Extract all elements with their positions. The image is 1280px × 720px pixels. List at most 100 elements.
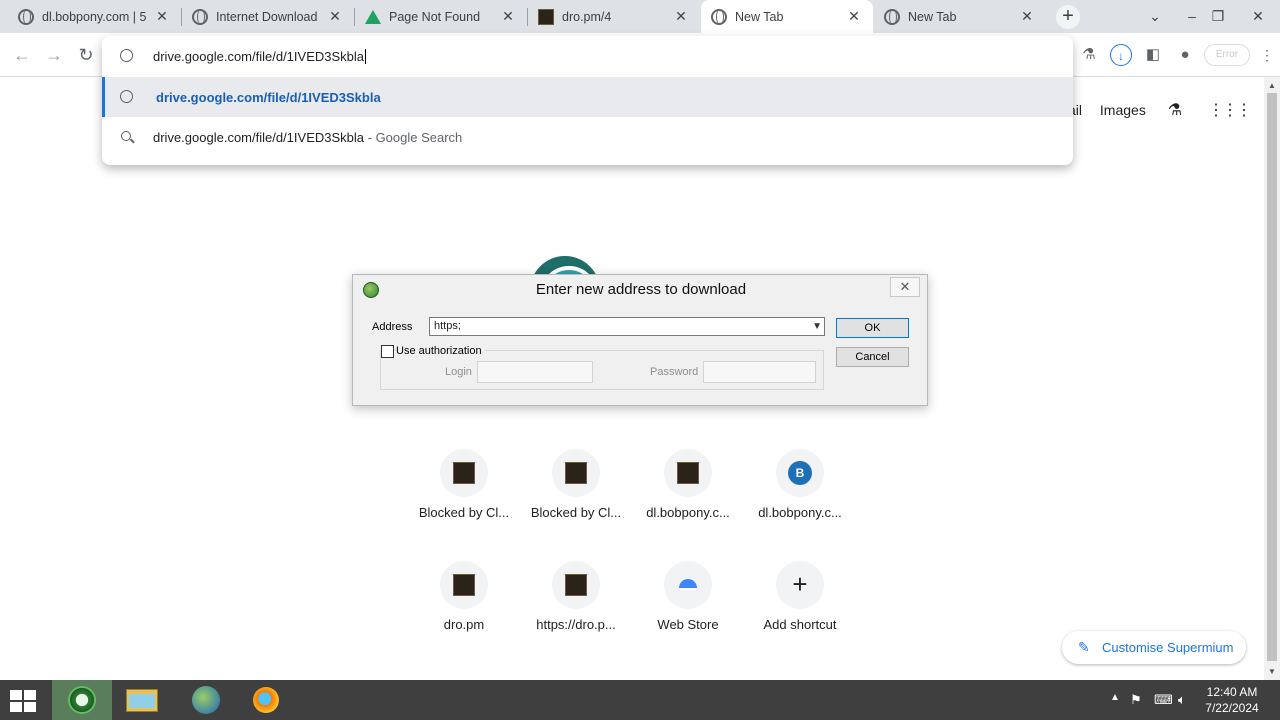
- search-icon: [121, 131, 131, 141]
- suggestion-text: drive.google.com/file/d/1IVED3Skbla: [153, 129, 365, 145]
- tab-close-icon[interactable]: ✕: [499, 8, 517, 25]
- web-store-icon: [679, 579, 697, 590]
- site-info-globe-icon[interactable]: [120, 49, 133, 62]
- suggestion-url[interactable]: drive.google.com/file/d/1IVED3Skbla: [102, 77, 1073, 117]
- tab-title: New Tab: [908, 9, 957, 24]
- omnibox-dropdown: drive.google.com/file/d/1IVED3Skbla driv…: [102, 36, 1073, 165]
- labs-icon[interactable]: ⚗: [1168, 102, 1182, 119]
- shortcut-label: dl.bobpony.c...: [646, 505, 730, 520]
- use-authorization-label: Use authorization: [396, 345, 485, 357]
- login-label: Login: [445, 366, 472, 378]
- tab-title: dl.bobpony.com | 5: [42, 9, 147, 24]
- reload-button[interactable]: ↻: [74, 43, 98, 67]
- globe-icon: [192, 8, 208, 25]
- password-field[interactable]: [703, 361, 816, 383]
- dialog-close-button[interactable]: ✕: [890, 277, 920, 297]
- ntp-top-links: ail Images ⚗ ⋮⋮⋮: [1068, 100, 1252, 120]
- site-thumbnail-icon: [565, 574, 587, 596]
- action-center-flag-icon[interactable]: ⚑: [1130, 692, 1142, 708]
- windows-start-icon[interactable]: [10, 690, 38, 712]
- site-thumbnail-icon: [565, 462, 587, 484]
- text-caret: [365, 48, 367, 64]
- restore-button[interactable]: ❐: [1203, 4, 1233, 28]
- apps-grid-icon[interactable]: ⋮⋮⋮: [1208, 102, 1252, 119]
- shortcut-label: dro.pm: [443, 617, 485, 632]
- profile-error-pill[interactable]: Error: [1204, 44, 1250, 66]
- use-authorization-checkbox[interactable]: [381, 345, 394, 358]
- shortcut-label: Web Store: [657, 617, 719, 632]
- globe-icon: [18, 8, 34, 25]
- side-panel-icon[interactable]: ◧: [1142, 44, 1164, 66]
- globe-icon: [120, 90, 133, 103]
- google-drive-icon: [365, 9, 381, 24]
- tab-close-icon[interactable]: ✕: [326, 8, 344, 25]
- tab-4[interactable]: dro.pm/4 ✕: [528, 0, 700, 33]
- tab-title: Internet Download: [216, 9, 318, 24]
- scroll-up-icon[interactable]: ▲: [1268, 81, 1276, 90]
- globe-icon: [884, 8, 900, 25]
- site-thumbnail-icon: [453, 574, 475, 596]
- taskbar-browser-icon[interactable]: [52, 680, 112, 720]
- shortcut-label: Add shortcut: [763, 617, 837, 632]
- download-address-dialog: Enter new address to download ✕ Address …: [352, 274, 928, 406]
- labs-flask-icon[interactable]: ⚗: [1078, 44, 1100, 66]
- shortcut-label: Blocked by Cl...: [418, 505, 510, 520]
- profile-avatar-icon[interactable]: ●: [1174, 44, 1196, 66]
- shortcut-label: Blocked by Cl...: [530, 505, 622, 520]
- dialog-title: Enter new address to download: [535, 281, 747, 298]
- close-window-button[interactable]: ✕: [1238, 4, 1278, 28]
- site-thumbnail-icon: [453, 462, 475, 484]
- taskbar-idm-icon[interactable]: [176, 680, 236, 720]
- forward-button[interactable]: →: [42, 43, 66, 67]
- downloads-icon[interactable]: ↓: [1110, 44, 1132, 66]
- omnibox-input[interactable]: drive.google.com/file/d/1IVED3Skbla: [102, 36, 1073, 76]
- login-field[interactable]: [477, 361, 593, 383]
- address-label: Address: [372, 321, 413, 333]
- tab-5-active[interactable]: New Tab ✕: [701, 0, 873, 33]
- tab-1[interactable]: dl.bobpony.com | 5 ✕: [8, 0, 181, 33]
- shortcut-label: https://dro.p...: [536, 617, 616, 632]
- globe-icon: [711, 8, 727, 25]
- address-value: https;: [434, 320, 461, 332]
- tab-strip: dl.bobpony.com | 5 ✕ Internet Download ✕…: [0, 0, 1280, 33]
- scrollbar-thumb[interactable]: [1267, 93, 1277, 661]
- back-button[interactable]: ←: [10, 43, 34, 67]
- omnibox-text: drive.google.com/file/d/1IVED3Skbla: [153, 48, 365, 64]
- page-scrollbar[interactable]: ▲ ▼: [1264, 77, 1280, 680]
- tab-close-icon[interactable]: ✕: [845, 8, 863, 25]
- tab-close-icon[interactable]: ✕: [672, 8, 690, 25]
- images-link[interactable]: Images: [1100, 102, 1146, 118]
- ok-button[interactable]: OK: [836, 318, 909, 338]
- taskbar-firefox-icon[interactable]: [236, 680, 296, 720]
- system-clock[interactable]: 12:40 AM 7/22/2024: [1198, 684, 1266, 716]
- customise-label: Customise Supermium: [1102, 640, 1234, 655]
- menu-kebab-icon[interactable]: ⋮: [1256, 44, 1278, 66]
- tab-title: Page Not Found: [389, 9, 481, 24]
- site-thumbnail-icon: [538, 8, 554, 25]
- letter-avatar-icon: B: [788, 461, 812, 485]
- suggestion-suffix: - Google Search: [364, 129, 463, 145]
- tray-overflow-icon[interactable]: ▲: [1110, 692, 1120, 703]
- tab-3[interactable]: Page Not Found ✕: [355, 0, 527, 33]
- tab-6[interactable]: New Tab ✕: [874, 0, 1046, 33]
- volume-icon[interactable]: 🔈︎: [1178, 692, 1186, 708]
- clock-date: 7/22/2024: [1205, 701, 1259, 715]
- tab-title: New Tab: [735, 9, 784, 24]
- shortcut-label: dl.bobpony.c...: [758, 505, 842, 520]
- scroll-down-icon[interactable]: ▼: [1268, 667, 1276, 676]
- tab-close-icon[interactable]: ✕: [153, 8, 171, 25]
- cancel-button[interactable]: Cancel: [836, 347, 909, 367]
- address-combobox[interactable]: https; ▼: [429, 317, 825, 336]
- customise-button[interactable]: ✎ Customise Supermium: [1062, 631, 1246, 664]
- suggestion-search[interactable]: drive.google.com/file/d/1IVED3Skbla - Go…: [102, 117, 1073, 157]
- tab-search-icon[interactable]: ⌄: [1140, 4, 1170, 28]
- add-icon: +: [792, 569, 808, 599]
- tab-close-icon[interactable]: ✕: [1018, 8, 1036, 25]
- new-tab-button[interactable]: +: [1056, 5, 1080, 29]
- network-icon[interactable]: ⌨: [1154, 692, 1173, 708]
- dropdown-arrow-icon[interactable]: ▼: [812, 318, 822, 335]
- windows-taskbar: ▲ ⚑ ⌨ 🔈︎ 12:40 AM 7/22/2024: [0, 680, 1280, 720]
- pencil-icon: ✎: [1078, 639, 1090, 655]
- taskbar-file-explorer-icon[interactable]: [112, 680, 172, 720]
- tab-2[interactable]: Internet Download ✕: [182, 0, 354, 33]
